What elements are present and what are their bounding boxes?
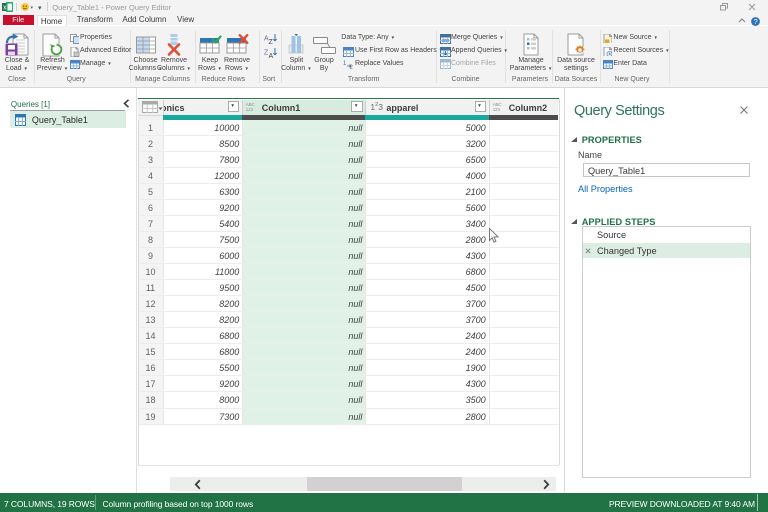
svg-text:2: 2 [350,65,354,69]
svg-text:Z: Z [268,39,273,44]
svg-text:x: x [3,5,7,12]
svg-text:1: 1 [343,61,347,67]
svg-text:?: ? [754,19,758,26]
